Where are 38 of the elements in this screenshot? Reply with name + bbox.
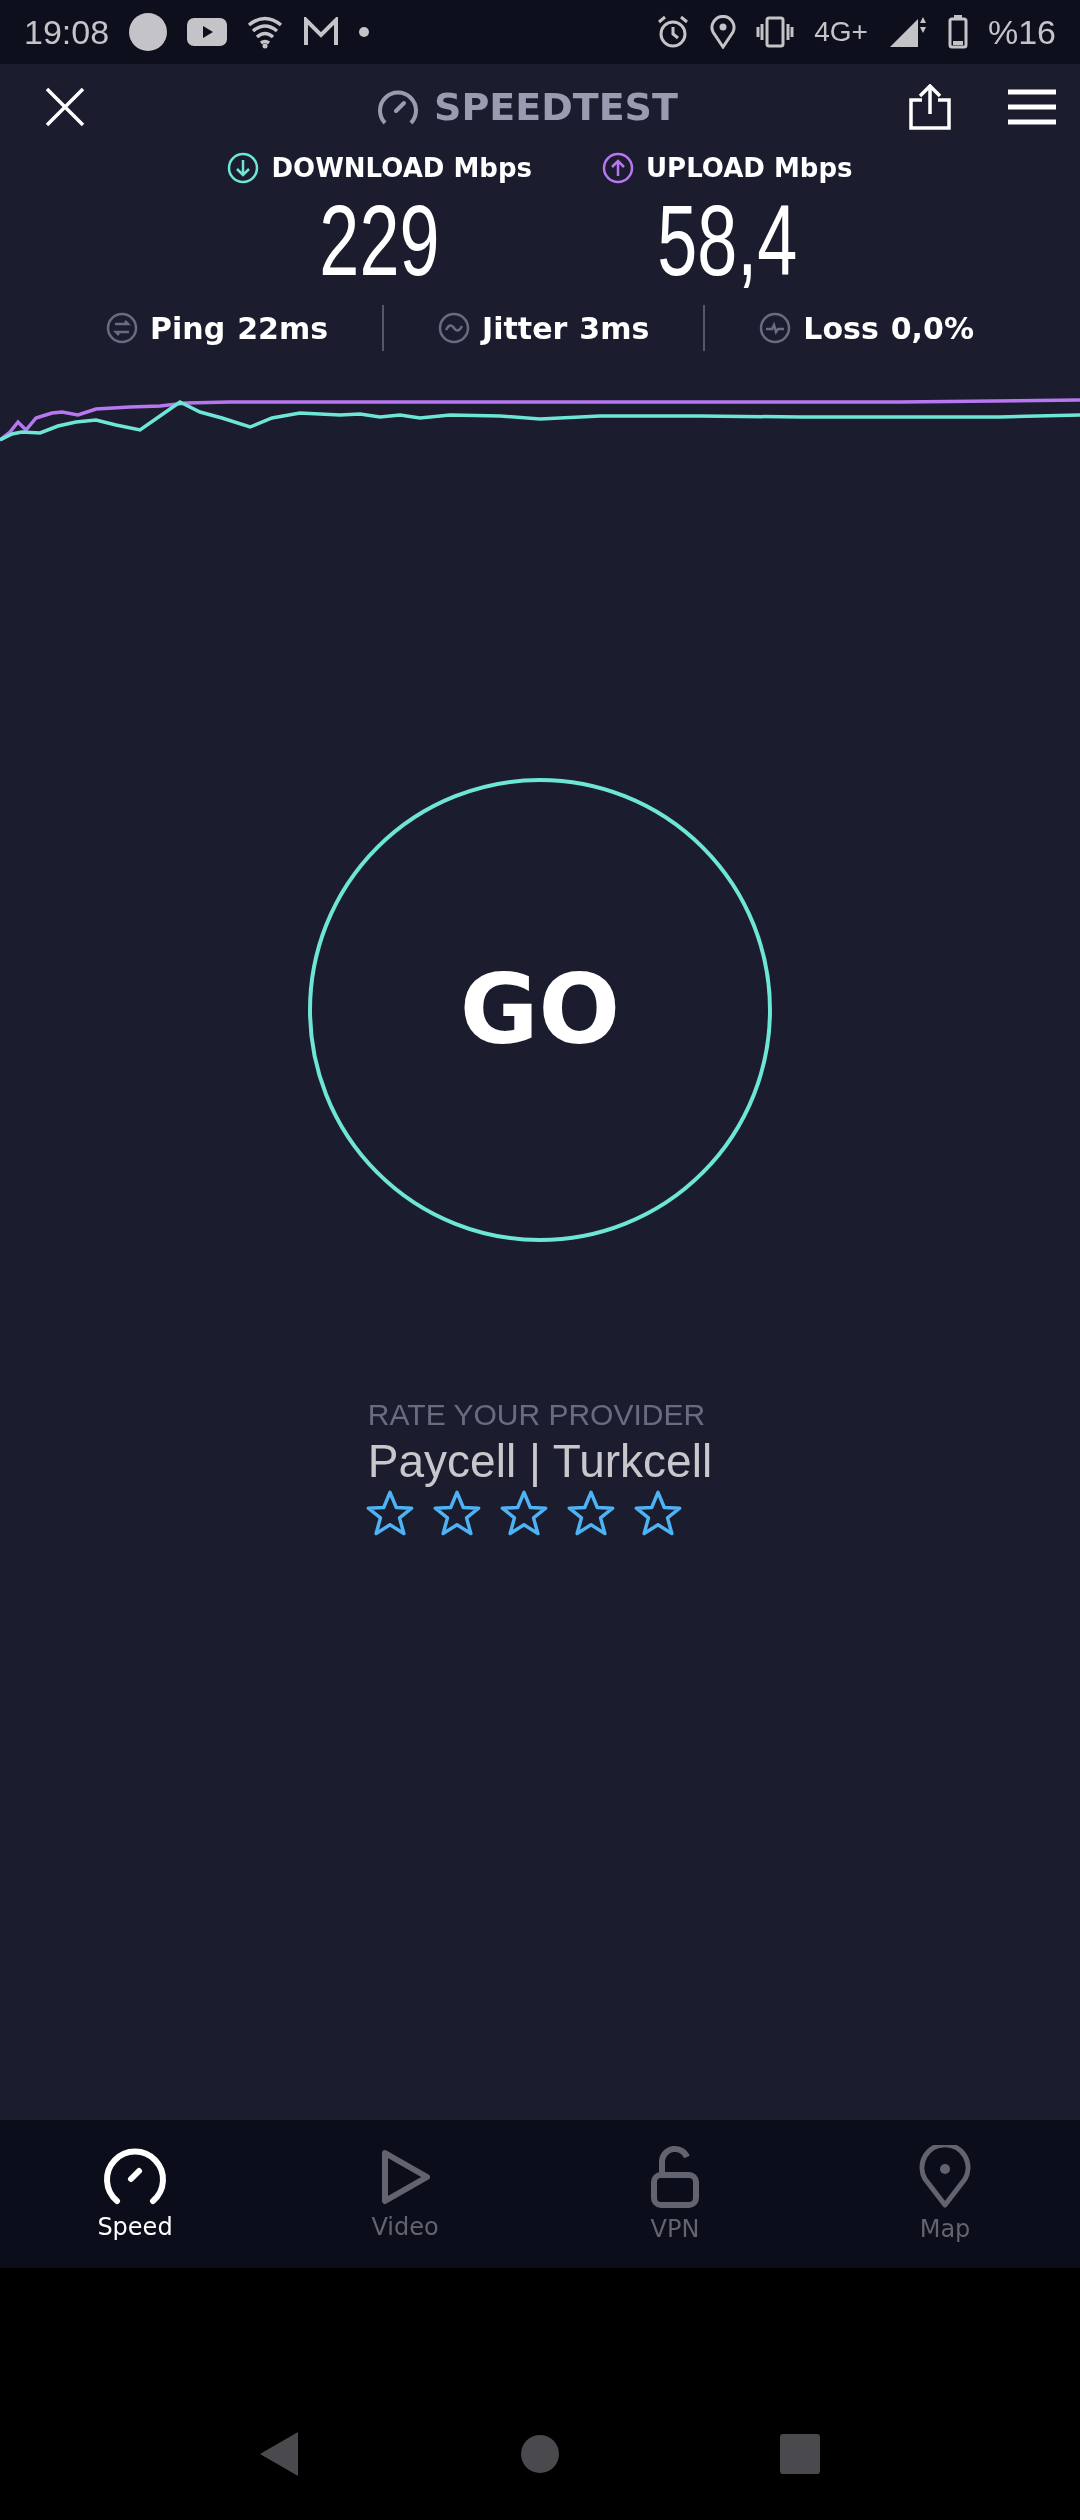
stat-value: 0,0% — [890, 310, 974, 346]
nav-tab[interactable]: Speed — [0, 2120, 270, 2268]
stat-value: 3ms — [579, 310, 650, 346]
app-title: SPEEDTEST — [434, 85, 678, 129]
stat-label: Ping — [150, 310, 226, 346]
result-value: 58,4 — [657, 184, 798, 296]
rate-prompt: RATE YOUR PROVIDER — [367, 1398, 706, 1432]
pulse-icon — [759, 312, 792, 344]
upload-icon — [601, 152, 634, 184]
nav-tab[interactable]: Map — [810, 2120, 1080, 2268]
vibrate-icon — [756, 16, 795, 48]
location-icon — [710, 15, 737, 49]
go-button[interactable]: GO — [308, 778, 772, 1242]
result-value: 229 — [319, 184, 440, 296]
play-icon — [187, 18, 228, 46]
nav-tab[interactable]: Video — [270, 2120, 540, 2268]
provider-name: Paycell | Turkcell — [367, 1434, 713, 1488]
nav-tab[interactable]: VPN — [540, 2120, 810, 2268]
battery-level: %16 — [987, 12, 1056, 52]
alarm-icon — [656, 15, 691, 49]
arrows-icon — [106, 312, 139, 344]
speedometer-icon — [103, 2147, 167, 2207]
download-icon — [227, 152, 260, 184]
result-label: UPLOAD Mbps — [645, 153, 853, 183]
result-label: DOWNLOAD Mbps — [271, 153, 532, 183]
network-type: 4G+ — [814, 16, 868, 48]
wave-icon — [438, 312, 470, 344]
map-pin-icon — [919, 2145, 971, 2209]
padlock-icon — [650, 2145, 700, 2209]
dot-icon — [359, 27, 370, 37]
stat-label: Loss — [803, 310, 879, 346]
wifi-icon — [247, 15, 284, 49]
stat-label: Jitter — [482, 310, 568, 346]
notification-dot-icon — [129, 13, 168, 51]
mail-icon — [303, 17, 340, 47]
battery-icon — [947, 15, 968, 49]
clock: 19:08 — [24, 12, 110, 52]
stat-value: 22ms — [237, 310, 328, 346]
